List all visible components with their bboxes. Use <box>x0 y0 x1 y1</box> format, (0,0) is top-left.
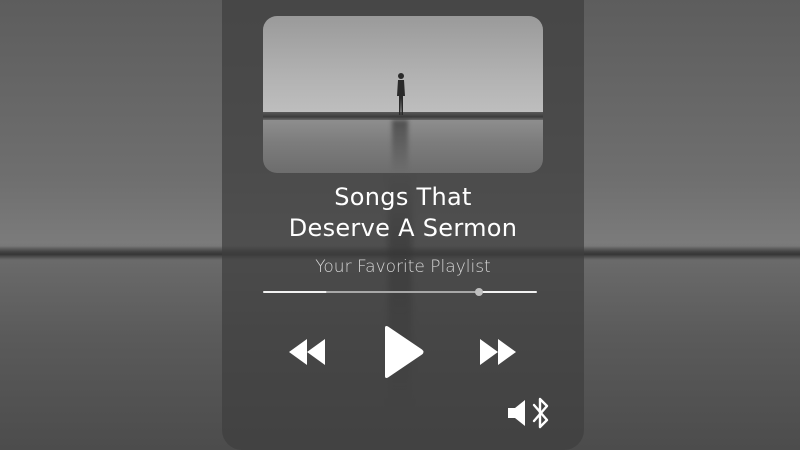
playlist-title: Songs That Deserve A Sermon <box>222 182 584 244</box>
volume-icon <box>508 400 525 426</box>
playlist-title-line-2: Deserve A Sermon <box>288 214 518 242</box>
progress-buffer <box>326 291 480 293</box>
artwork-reflection <box>392 120 408 173</box>
fast-forward-button[interactable] <box>479 337 517 367</box>
rewind-button[interactable] <box>288 337 326 367</box>
fast-forward-icon <box>480 339 516 365</box>
bluetooth-icon <box>532 397 549 429</box>
playlist-title-line-1: Songs That <box>334 183 472 211</box>
rewind-icon <box>289 339 325 365</box>
bluetooth-button[interactable] <box>532 396 550 430</box>
player-screen: Songs That Deserve A Sermon Your Favorit… <box>0 0 800 450</box>
play-button[interactable] <box>381 325 425 379</box>
play-icon <box>385 326 424 378</box>
volume-button[interactable] <box>507 398 531 428</box>
person-silhouette-icon <box>397 73 405 115</box>
playlist-subtitle: Your Favorite Playlist <box>315 257 491 277</box>
album-artwork <box>263 16 543 173</box>
progress-bar[interactable] <box>263 288 537 296</box>
